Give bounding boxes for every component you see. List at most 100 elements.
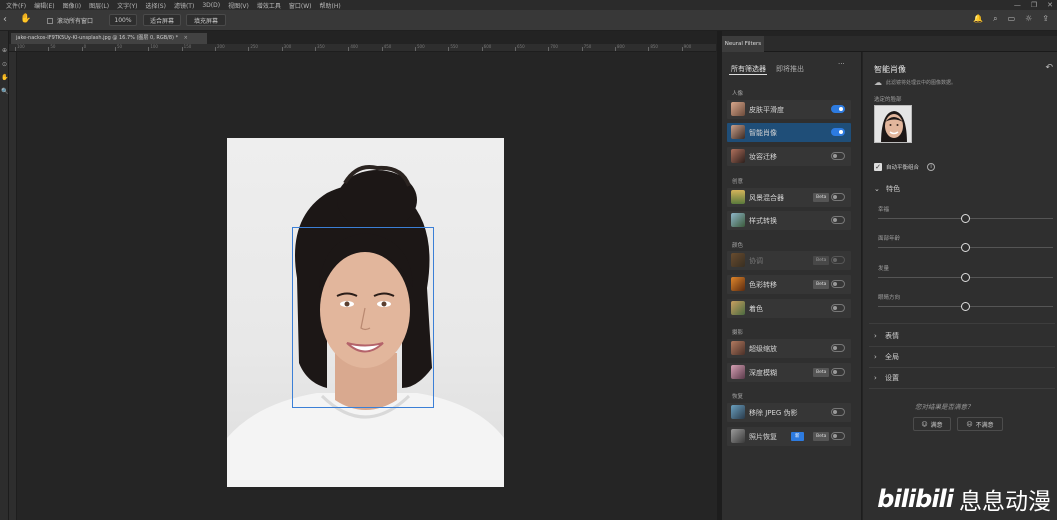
share-icon[interactable]: ⇪ [1042,14,1049,24]
watermark: bilibili 息息动漫 [877,482,1051,516]
neural-filters-tab[interactable]: Neural Filters [722,36,764,52]
rotate-tool-icon[interactable]: ⊙ [1,61,8,68]
global-section-header[interactable]: › 全局 [874,352,899,362]
cloud-icon: ☁ [874,78,882,87]
smile-icon: ☺ [921,420,928,428]
style-transfer-toggle[interactable] [831,216,845,224]
filter-smart-portrait[interactable]: 智能肖像 [727,123,851,142]
face-thumbnail-illustration [881,111,907,142]
depth-blur-toggle[interactable] [831,368,845,376]
super-zoom-toggle[interactable] [831,344,845,352]
filter-colorize[interactable]: 着色 [727,299,851,318]
home-icon[interactable]: ‹ [3,14,7,25]
makeup-transfer-toggle[interactable] [831,152,845,160]
menu-file[interactable]: 文件(F) [6,1,26,10]
slider-eye-direction-knob[interactable] [961,302,970,311]
menu-window[interactable]: 窗口(W) [289,1,312,10]
landscape-mixer-toggle[interactable] [831,193,845,201]
checkbox-icon [47,17,53,24]
filter-harmonization[interactable]: 协调 Beta [727,251,851,270]
menu-layer[interactable]: 图层(L) [89,1,109,10]
info-icon[interactable]: i [927,163,936,171]
jpeg-artifact-thumbnail [731,405,745,419]
filter-super-zoom[interactable]: 超级缩放 [727,339,851,358]
ruler-tick-label: 750 [583,44,592,49]
menu-type[interactable]: 文字(Y) [117,1,137,10]
filter-color-transfer[interactable]: 色彩转移 Beta [727,275,851,294]
fill-screen-button[interactable]: 填充屏幕 [186,14,226,26]
beta-badge: Beta [813,193,830,202]
menu-edit[interactable]: 编辑(E) [34,1,54,10]
filter-jpeg-artifact-removal[interactable]: 移除 JPEG 伪影 [727,403,851,422]
hand-tool-icon[interactable]: ✋ [1,74,8,81]
ruler-tick-label: 150 [183,44,192,49]
vertical-ruler [9,52,17,520]
tab-wait-list[interactable]: 即将推出 [776,64,804,74]
filter-depth-blur[interactable]: 深度模糊 Beta [727,363,851,382]
style-transfer-thumbnail [731,213,745,227]
satisfied-button[interactable]: ☺ 满意 [913,417,951,431]
close-tab-icon[interactable]: × [184,35,188,41]
zoom-tool-icon[interactable]: ⊕ [1,47,8,54]
ruler-tick-label: 550 [450,44,458,49]
horizontal-ruler: 100 50 0 50 100 150 200 250 300 350 400 450 500 550 60… [9,44,716,52]
menu-help[interactable]: 帮助(H) [320,1,341,10]
filter-label: 超级缩放 [749,345,777,353]
depth-blur-thumbnail [731,365,745,379]
menu-select[interactable]: 选择(S) [145,1,166,10]
photo-restoration-toggle[interactable] [831,432,845,440]
filter-photo-restoration[interactable]: 照片恢复 新 Beta [727,427,851,446]
slider-hair-thickness-knob[interactable] [961,273,970,282]
filter-style-transfer[interactable]: 样式转换 [727,211,851,230]
filter-skin-smoothing[interactable]: 皮肤平滑度 [727,100,851,119]
not-satisfied-button[interactable]: ☹ 不满意 [957,417,1003,431]
zoom-value-field[interactable]: 100% [109,14,137,26]
search-icon[interactable]: ⌕ [993,14,997,24]
menu-plugins[interactable]: 增效工具 [257,1,281,10]
filter-label: 智能肖像 [749,129,777,137]
magnify-tool-icon[interactable]: 🔍 [1,88,8,95]
slider-happiness-label: 幸福 [878,207,890,213]
color-transfer-toggle[interactable] [831,280,845,288]
menu-3d[interactable]: 3D(D) [202,2,220,9]
selected-face-thumbnail[interactable] [874,105,912,143]
workspace-icon[interactable]: ▭ [1008,14,1016,24]
featured-section-header[interactable]: ⌄ 特色 [874,184,900,194]
scroll-all-windows-checkbox[interactable]: 滚动所有窗口 [47,16,93,25]
close-icon[interactable]: ✕ [1047,1,1053,9]
cloud-note-text: 此滤镜将处理云中的图像数据。 [886,80,957,86]
minimize-icon[interactable]: — [1014,1,1021,9]
restore-icon[interactable]: ❐ [1031,1,1037,9]
global-section-label: 全局 [885,353,900,361]
smart-portrait-toggle[interactable] [831,128,845,136]
colorize-toggle[interactable] [831,304,845,312]
menu-bar: 文件(F) 编辑(E) 图像(I) 图层(L) 文字(Y) 选择(S) 滤镜(T… [0,0,1057,10]
fit-screen-button[interactable]: 适合屏幕 [143,14,181,26]
settings-section-header[interactable]: › 设置 [874,373,899,383]
hand-tool-icon[interactable]: ✋ [20,14,31,24]
filter-landscape-mixer[interactable]: 风景混合器 Beta [727,188,851,207]
bell-icon[interactable]: 🔔 [973,14,983,24]
filter-makeup-transfer[interactable]: 妆容迁移 [727,147,851,166]
light-icon[interactable]: ☼ [1025,14,1032,24]
ruler-tick-label: 400 [350,44,358,49]
slider-facial-age-knob[interactable] [961,243,970,252]
menu-view[interactable]: 视图(V) [228,1,249,10]
tab-all-filters[interactable]: 所有筛选器 [731,64,766,74]
menu-image[interactable]: 图像(I) [63,1,81,10]
expression-section-header[interactable]: › 表情 [874,331,899,341]
reset-icon[interactable]: ↶ [1045,63,1053,73]
divider [869,388,1055,389]
menu-filter[interactable]: 滤镜(T) [174,1,194,10]
face-detection-box[interactable] [292,227,434,408]
more-options-icon[interactable]: ··· [838,60,845,68]
auto-balance-checkbox[interactable]: ✓ 自动平衡组合 i [874,163,936,171]
document-tab[interactable]: jake-nackos-IF9TK5Uy-KI-unsplash.jpg @ 1… [11,33,207,44]
harmonization-toggle[interactable] [831,256,845,264]
slider-hair-thickness-label: 发量 [878,266,890,272]
skin-smoothing-toggle[interactable] [831,105,845,113]
ruler-tick-label: 600 [483,44,492,49]
slider-happiness-knob[interactable] [961,214,970,223]
new-badge: 新 [791,432,804,441]
jpeg-artifact-toggle[interactable] [831,408,845,416]
